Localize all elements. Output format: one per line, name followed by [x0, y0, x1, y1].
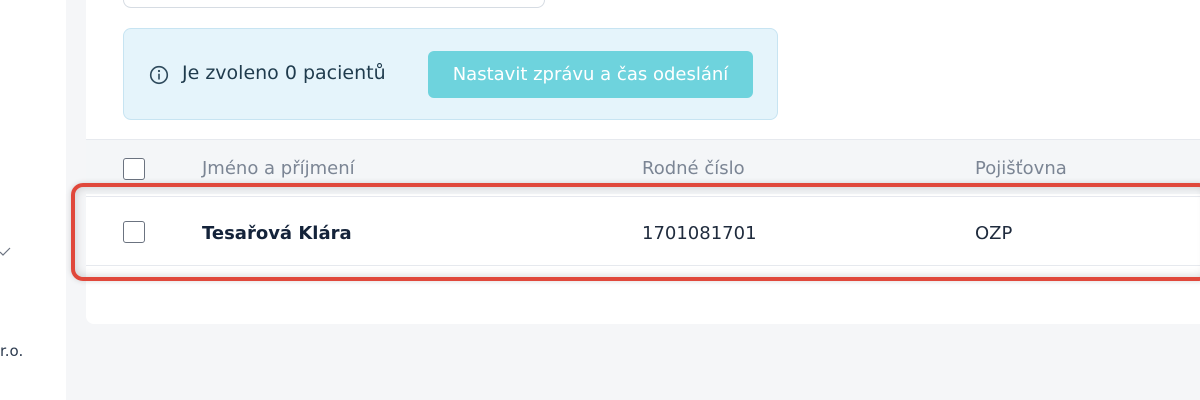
sidebar: r.o.: [0, 0, 66, 400]
info-icon: [149, 65, 169, 85]
column-header-birth-number[interactable]: Rodné číslo: [642, 158, 745, 179]
select-all-checkbox[interactable]: [123, 158, 145, 180]
patient-birth-number: 1701081701: [642, 223, 757, 244]
checkmark-icon: [0, 247, 11, 256]
set-message-and-time-button[interactable]: Nastavit zprávu a čas odeslání: [428, 51, 753, 98]
column-header-name[interactable]: Jméno a příjmení: [202, 158, 355, 179]
patient-name: Tesařová Klára: [202, 223, 352, 244]
table-row[interactable]: Tesařová Klára 1701081701 OZP: [86, 196, 1200, 266]
selection-count-text: Je zvoleno 0 pacientů: [182, 62, 386, 84]
sidebar-company-name: r.o.: [0, 342, 24, 360]
patient-insurer: OZP: [975, 223, 1013, 244]
patients-card: Je zvoleno 0 pacientů Nastavit zprávu a …: [86, 0, 1200, 324]
row-checkbox[interactable]: [123, 221, 145, 243]
column-header-insurer[interactable]: Pojišťovna: [975, 158, 1067, 179]
selection-info-banner: Je zvoleno 0 pacientů Nastavit zprávu a …: [123, 28, 778, 120]
search-input[interactable]: [123, 0, 545, 8]
table-header: Jméno a příjmení Rodné číslo Pojišťovna: [86, 140, 1200, 194]
